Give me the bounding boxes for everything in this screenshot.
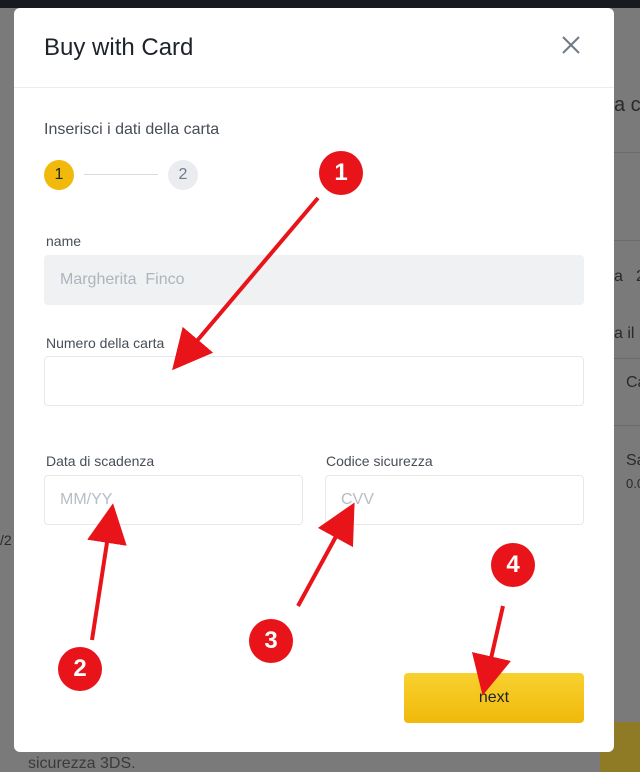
background-divider bbox=[614, 152, 640, 153]
background-text: Ca bbox=[626, 374, 640, 391]
background-divider bbox=[614, 240, 640, 241]
next-button[interactable]: next bbox=[404, 673, 584, 723]
close-icon bbox=[562, 36, 580, 54]
step-connector bbox=[84, 174, 158, 175]
step-indicator-2: 2 bbox=[168, 160, 198, 190]
dialog-title: Buy with Card bbox=[44, 34, 194, 61]
buy-with-card-dialog: Buy with Card Inserisci i dati della car… bbox=[14, 8, 614, 752]
background-text: a bbox=[614, 268, 623, 285]
background-text: a il n bbox=[614, 325, 640, 342]
expiry-label: Data di scadenza bbox=[46, 453, 155, 469]
step-indicator-1: 1 bbox=[44, 160, 74, 190]
background-divider bbox=[614, 425, 640, 426]
background-divider bbox=[614, 358, 640, 359]
expiry-input[interactable] bbox=[44, 475, 303, 525]
background-text: 2 bbox=[636, 268, 640, 286]
card-number-input[interactable] bbox=[44, 356, 584, 406]
card-number-label: Numero della carta bbox=[46, 335, 165, 351]
close-button[interactable] bbox=[558, 32, 584, 58]
cvv-label: Codice sicurezza bbox=[326, 453, 433, 469]
background-text: Sa bbox=[626, 452, 640, 469]
background-text: 0.0 bbox=[626, 476, 640, 491]
name-field[interactable] bbox=[44, 255, 584, 305]
cvv-input[interactable] bbox=[325, 475, 584, 525]
background-text: a c bbox=[614, 94, 640, 116]
top-navbar bbox=[0, 0, 640, 8]
dialog-header: Buy with Card bbox=[14, 8, 614, 88]
name-label: name bbox=[46, 233, 82, 249]
background-text: sicurezza 3DS. bbox=[28, 755, 136, 772]
dialog-subtitle: Inserisci i dati della carta bbox=[44, 121, 220, 138]
background-text: /2 bbox=[0, 532, 12, 548]
